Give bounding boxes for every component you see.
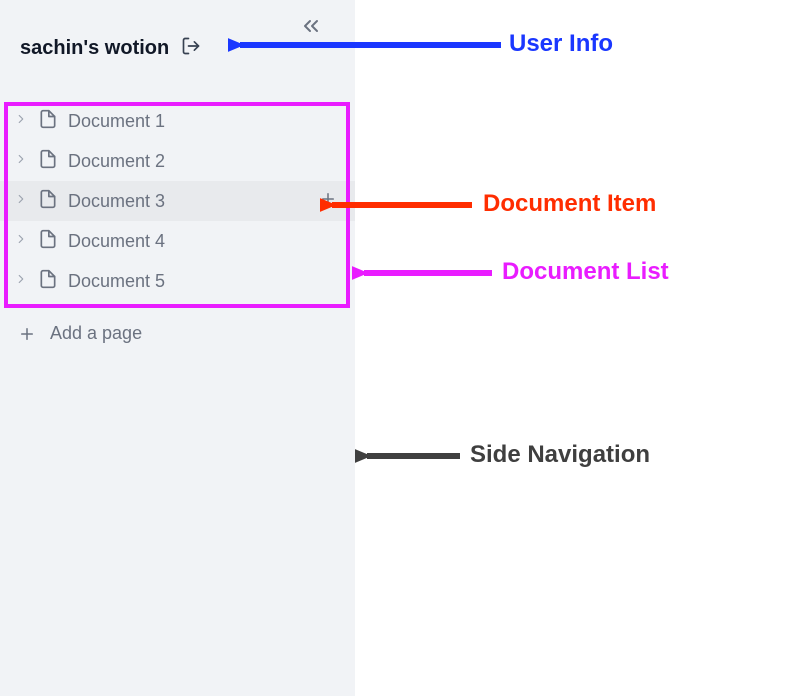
document-icon <box>38 149 58 174</box>
chevron-right-icon[interactable] <box>14 152 28 171</box>
arrow-document-item <box>320 190 480 220</box>
document-label: Document 2 <box>68 151 337 172</box>
chevron-right-icon[interactable] <box>14 272 28 291</box>
annotation-user-info: User Info <box>509 30 613 58</box>
document-item[interactable]: Document 5 <box>0 261 355 301</box>
document-label: Document 5 <box>68 271 337 292</box>
document-item[interactable]: Document 4 <box>0 221 355 261</box>
annotation-document-list: Document List <box>502 258 669 286</box>
logout-icon[interactable] <box>181 36 201 61</box>
document-icon <box>38 229 58 254</box>
document-label: Document 4 <box>68 231 337 252</box>
chevron-right-icon[interactable] <box>14 112 28 131</box>
document-icon <box>38 189 58 214</box>
arrow-document-list <box>352 258 497 288</box>
chevron-right-icon[interactable] <box>14 192 28 211</box>
add-page-button[interactable]: Add a page <box>0 301 355 344</box>
document-item[interactable]: Document 1 <box>0 101 355 141</box>
annotation-side-navigation: Side Navigation <box>470 441 650 469</box>
annotation-document-item: Document Item <box>483 190 656 218</box>
side-navigation: sachin's wotion Document 1Document 2Docu… <box>0 0 355 696</box>
arrow-user-info <box>228 30 508 60</box>
chevron-right-icon[interactable] <box>14 232 28 251</box>
document-icon <box>38 269 58 294</box>
document-label: Document 3 <box>68 191 309 212</box>
document-icon <box>38 109 58 134</box>
document-label: Document 1 <box>68 111 337 132</box>
document-list: Document 1 Document 2 Document 3 Document 4… <box>0 101 355 301</box>
arrow-side-navigation <box>355 441 465 471</box>
user-name: sachin's wotion <box>20 37 169 60</box>
document-item[interactable]: Document 3 <box>0 181 355 221</box>
document-item[interactable]: Document 2 <box>0 141 355 181</box>
add-page-label: Add a page <box>50 323 142 344</box>
plus-icon <box>18 325 36 343</box>
